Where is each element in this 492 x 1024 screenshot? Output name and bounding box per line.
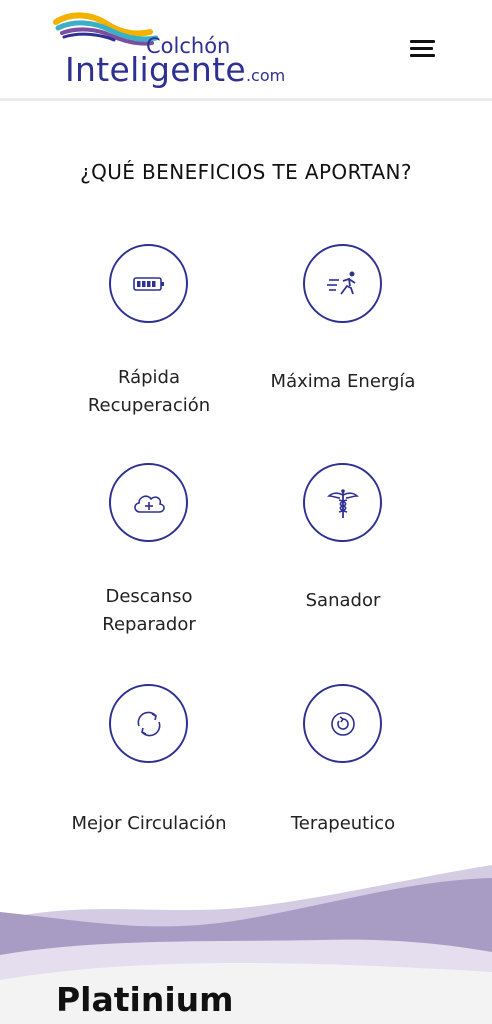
benefit-circle — [303, 684, 382, 763]
rotate-circle-icon — [330, 711, 355, 736]
section-title: ¿QUÉ BENEFICIOS TE APORTAN? — [80, 160, 412, 184]
benefit-circle — [303, 244, 382, 323]
benefit-label-line2: Recuperación — [87, 395, 211, 416]
circular-arrows-icon — [137, 711, 160, 736]
caduceus-icon — [326, 488, 359, 518]
logo-text-name: Inteligente — [65, 50, 246, 89]
benefit-label-line1: Sanador — [305, 590, 381, 611]
benefit-circle — [109, 684, 188, 763]
benefit-terapeutico: Terapeutico — [243, 684, 443, 844]
cloud-plus-icon — [133, 494, 165, 513]
running-person-icon — [326, 271, 355, 295]
benefit-circle — [303, 463, 382, 542]
site-header: Colchón Inteligente.com — [0, 0, 492, 101]
benefit-label-line1: Máxima Energía — [270, 371, 416, 392]
benefit-rapida-recuperacion: Rápida Recuperación — [49, 244, 249, 424]
menu-bar-bottom — [410, 54, 435, 57]
benefit-descanso-reparador: Descanso Reparador — [49, 463, 249, 643]
site-logo[interactable]: Colchón Inteligente.com — [52, 10, 285, 90]
menu-bar-top — [410, 40, 435, 43]
benefit-label-line2: Reparador — [102, 614, 196, 635]
plan-title: Platinium — [56, 980, 234, 1019]
benefit-sanador: Sanador — [243, 463, 443, 643]
benefit-circle — [109, 463, 188, 542]
logo-text-suffix: .com — [245, 66, 286, 85]
benefit-maxima-energia: Máxima Energía — [243, 244, 443, 424]
benefit-label-line1: Rápida — [117, 367, 181, 388]
benefit-label-line1: Terapeutico — [290, 813, 396, 834]
hamburger-menu-icon[interactable] — [404, 36, 440, 64]
benefit-circle — [109, 244, 188, 323]
menu-bar-middle — [410, 47, 433, 50]
benefit-label-line1: Mejor Circulación — [71, 813, 227, 834]
logo-text-main: Inteligente.com — [65, 50, 285, 89]
benefit-label-line1: Descanso — [105, 586, 193, 607]
benefit-mejor-circulacion: Mejor Circulación — [49, 684, 249, 844]
battery-icon — [132, 276, 164, 291]
